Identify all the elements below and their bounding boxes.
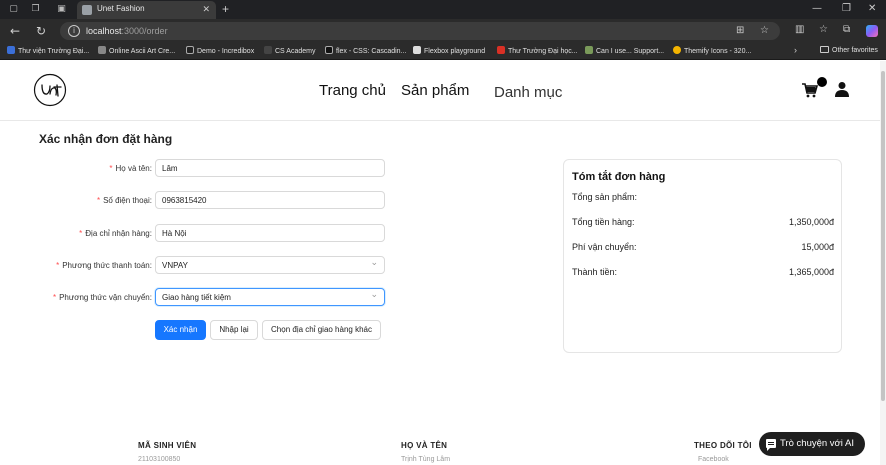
bookmark-item[interactable]: Thư Trường Đại học... [497, 46, 578, 55]
page-scrollbar[interactable] [880, 61, 886, 465]
user-icon[interactable] [834, 81, 850, 97]
summary-row-total: Thành tiền: 1,365,000đ [572, 267, 834, 277]
bookmark-item[interactable]: CS Academy [264, 46, 315, 55]
payment-select[interactable]: VNPAY ⌄ [155, 256, 385, 274]
url-text: localhost:3000/order [86, 26, 168, 36]
chevron-down-icon: ⌄ [370, 290, 378, 300]
copilot-icon[interactable] [866, 25, 878, 37]
back-icon[interactable]: ← [10, 24, 20, 38]
other-address-button[interactable]: Chọn địa chỉ giao hàng khác [262, 320, 381, 340]
summary-value: 15,000đ [801, 242, 834, 252]
ai-chat-label: Trò chuyện với AI [780, 438, 854, 449]
brand-logo[interactable] [33, 73, 67, 107]
tab-close-icon[interactable]: ✕ [202, 4, 210, 15]
maximize-icon[interactable]: ❐ [842, 3, 851, 14]
favorite-star-icon[interactable]: ☆ [760, 25, 769, 36]
close-window-icon[interactable]: ✕ [868, 3, 876, 14]
chat-icon [766, 439, 776, 451]
phone-label: * Số điện thoại: [96, 196, 152, 205]
other-favorites[interactable]: Other favorites [820, 46, 878, 54]
browser-tab-strip: ▢ ❐ ▣ Unet Fashion ✕ + — ❐ ✕ [0, 0, 886, 19]
favorites-icon[interactable]: ☆ [819, 24, 828, 35]
name-field[interactable]: Lâm [155, 159, 385, 177]
nav-home[interactable]: Trang chủ [319, 82, 386, 99]
name-label: * Họ và tên: [109, 164, 152, 173]
footer-facebook-link[interactable]: Facebook [698, 456, 729, 463]
payment-label: * Phương thức thanh toán: [56, 261, 152, 270]
cart-badge [817, 77, 827, 87]
address-field[interactable]: Hà Nội [155, 224, 385, 242]
nav-categories[interactable]: Danh mục [494, 84, 562, 101]
nav-products[interactable]: Sản phẩm [401, 82, 469, 99]
summary-title: Tóm tắt đơn hàng [572, 171, 666, 183]
ai-chat-button[interactable]: Trò chuyện với AI [759, 432, 865, 456]
chevron-down-icon: ⌄ [370, 258, 378, 268]
bookmarks-bar: Thư viện Trường Đại... Online Ascii Art … [0, 43, 886, 60]
app-install-icon[interactable]: ⊞ [736, 25, 744, 36]
collections-icon[interactable]: ⧉ [843, 24, 850, 35]
summary-label: Phí vận chuyển: [572, 242, 637, 252]
address-bar[interactable]: i localhost:3000/order ⊞ ☆ [60, 22, 780, 40]
site-info-icon[interactable]: i [68, 25, 80, 37]
payment-select-value: VNPAY [162, 261, 188, 270]
bookmark-item[interactable]: Themify Icons - 320... [673, 46, 751, 55]
footer-student-id: 21103100850 [138, 456, 181, 463]
split-screen-icon[interactable]: ▥ [795, 24, 804, 35]
minimize-icon[interactable]: — [812, 3, 822, 14]
footer-name: Trịnh Tùng Lâm [401, 456, 451, 463]
footer-follow-heading: THEO DÕI TÔI [694, 441, 752, 450]
reset-button[interactable]: Nhập lại [210, 320, 258, 340]
bookmark-item[interactable]: Thư viện Trường Đại... [7, 46, 89, 55]
window-menu-icon[interactable]: ▢ [8, 4, 19, 15]
shipping-select-value: Giao hàng tiết kiệm [162, 293, 231, 302]
tab-actions-icon[interactable]: ▣ [56, 4, 67, 15]
shipping-label: * Phương thức vận chuyển: [52, 293, 152, 302]
summary-row-subtotal: Tổng tiền hàng: 1,350,000đ [572, 217, 834, 227]
browser-toolbar: ← ↻ i localhost:3000/order ⊞ ☆ [0, 19, 886, 43]
site-favicon-icon [82, 5, 92, 15]
page-title: Xác nhận đơn đặt hàng [39, 132, 173, 146]
bookmark-item[interactable]: Flexbox playground [413, 46, 485, 55]
confirm-button[interactable]: Xác nhận [155, 320, 206, 340]
bookmarks-overflow-icon[interactable]: › [794, 45, 797, 55]
summary-value: 1,365,000đ [788, 267, 834, 277]
summary-row-items: Tổng sản phẩm: [572, 192, 834, 202]
summary-label: Tổng tiền hàng: [572, 217, 635, 227]
scrollbar-thumb[interactable] [881, 71, 885, 401]
new-tab-icon[interactable]: + [222, 2, 229, 16]
workspaces-icon[interactable]: ❐ [30, 4, 41, 15]
cart-icon[interactable] [802, 82, 818, 98]
bookmark-item[interactable]: Demo - Incredibox [186, 46, 254, 55]
phone-field[interactable]: 0963815420 [155, 191, 385, 209]
footer-student-id-heading: MÃ SINH VIÊN [138, 441, 197, 450]
summary-label: Thành tiền: [572, 267, 618, 277]
summary-row-shipping: Phí vận chuyển: 15,000đ [572, 242, 834, 252]
bookmark-item[interactable]: flex - CSS: Cascadin... [325, 46, 406, 55]
footer-name-heading: HỌ VÀ TÊN [401, 441, 448, 450]
bookmark-item[interactable]: Online Ascii Art Cre... [98, 46, 175, 55]
summary-label: Tổng sản phẩm: [572, 192, 638, 202]
bookmark-item[interactable]: Can I use... Support... [585, 46, 664, 55]
reload-icon[interactable]: ↻ [36, 24, 46, 38]
site-header: Trang chủ Sản phẩm Danh mục [0, 61, 886, 121]
summary-value: 1,350,000đ [788, 217, 834, 227]
tab-title: Unet Fashion [97, 4, 145, 13]
order-summary-card: Tóm tắt đơn hàng Tổng sản phẩm: Tổng tiề… [563, 159, 842, 353]
address-label: * Địa chỉ nhận hàng: [79, 229, 152, 238]
shipping-select[interactable]: Giao hàng tiết kiệm ⌄ [155, 288, 385, 306]
browser-tab[interactable]: Unet Fashion ✕ [77, 1, 216, 19]
